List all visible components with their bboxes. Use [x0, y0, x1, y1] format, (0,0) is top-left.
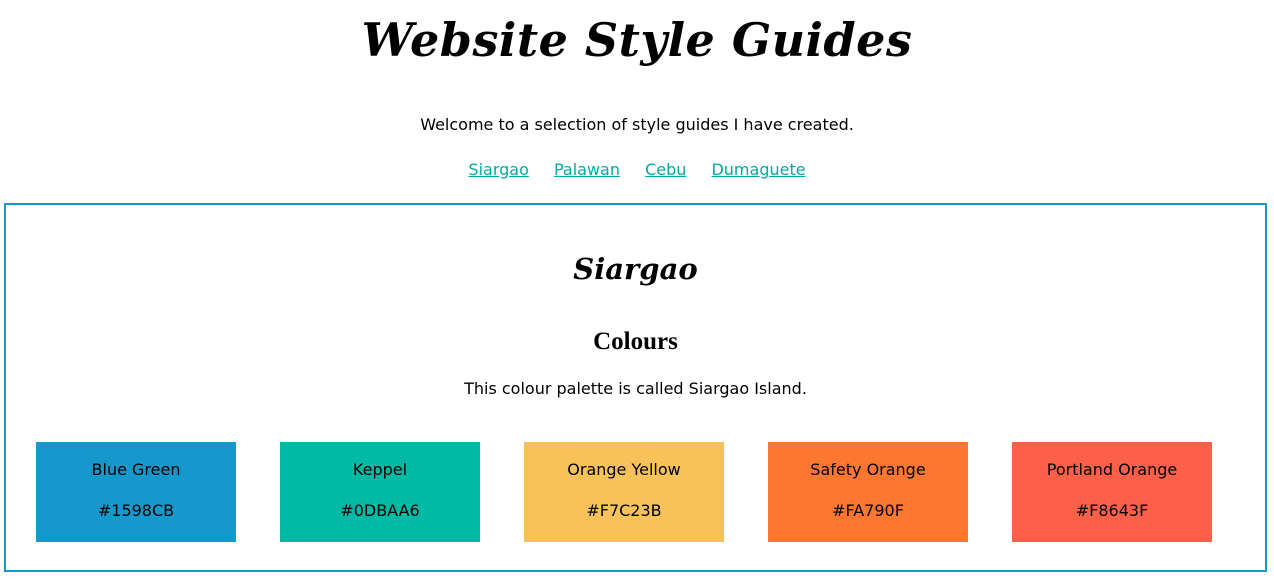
colour-swatch-blue-green: Blue Green #1598CB — [36, 442, 236, 542]
nav-link-dumaguete[interactable]: Dumaguete — [711, 160, 805, 179]
colour-swatch-portland-orange: Portland Orange #F8643F — [1012, 442, 1212, 542]
section-title: Siargao — [573, 252, 698, 286]
palette-description: This colour palette is called Siargao Is… — [464, 379, 807, 398]
nav-link-cebu[interactable]: Cebu — [645, 160, 686, 179]
colours-heading: Colours — [593, 328, 678, 355]
swatch-name: Blue Green — [91, 460, 181, 479]
style-guide-nav: Siargao Palawan Cebu Dumaguete — [0, 159, 1274, 181]
swatch-hex: #FA790F — [832, 501, 904, 520]
nav-link-siargao[interactable]: Siargao — [468, 160, 528, 179]
swatch-hex: #F8643F — [1075, 501, 1149, 520]
intro-text: Welcome to a selection of style guides I… — [420, 115, 854, 134]
siargao-style-guide-section: Siargao Colours This colour palette is c… — [4, 203, 1267, 572]
nav-link-palawan[interactable]: Palawan — [554, 160, 620, 179]
swatch-hex: #F7C23B — [586, 501, 662, 520]
colour-swatch-orange-yellow: Orange Yellow #F7C23B — [524, 442, 724, 542]
swatch-name: Safety Orange — [810, 460, 926, 479]
page-title: Website Style Guides — [361, 13, 913, 67]
swatch-name: Keppel — [352, 460, 408, 479]
swatch-hex: #0DBAA6 — [340, 501, 420, 520]
swatch-name: Portland Orange — [1046, 460, 1178, 479]
colour-swatch-safety-orange: Safety Orange #FA790F — [768, 442, 968, 542]
swatch-hex: #1598CB — [97, 501, 175, 520]
swatch-name: Orange Yellow — [567, 460, 681, 479]
colour-swatch-keppel: Keppel #0DBAA6 — [280, 442, 480, 542]
